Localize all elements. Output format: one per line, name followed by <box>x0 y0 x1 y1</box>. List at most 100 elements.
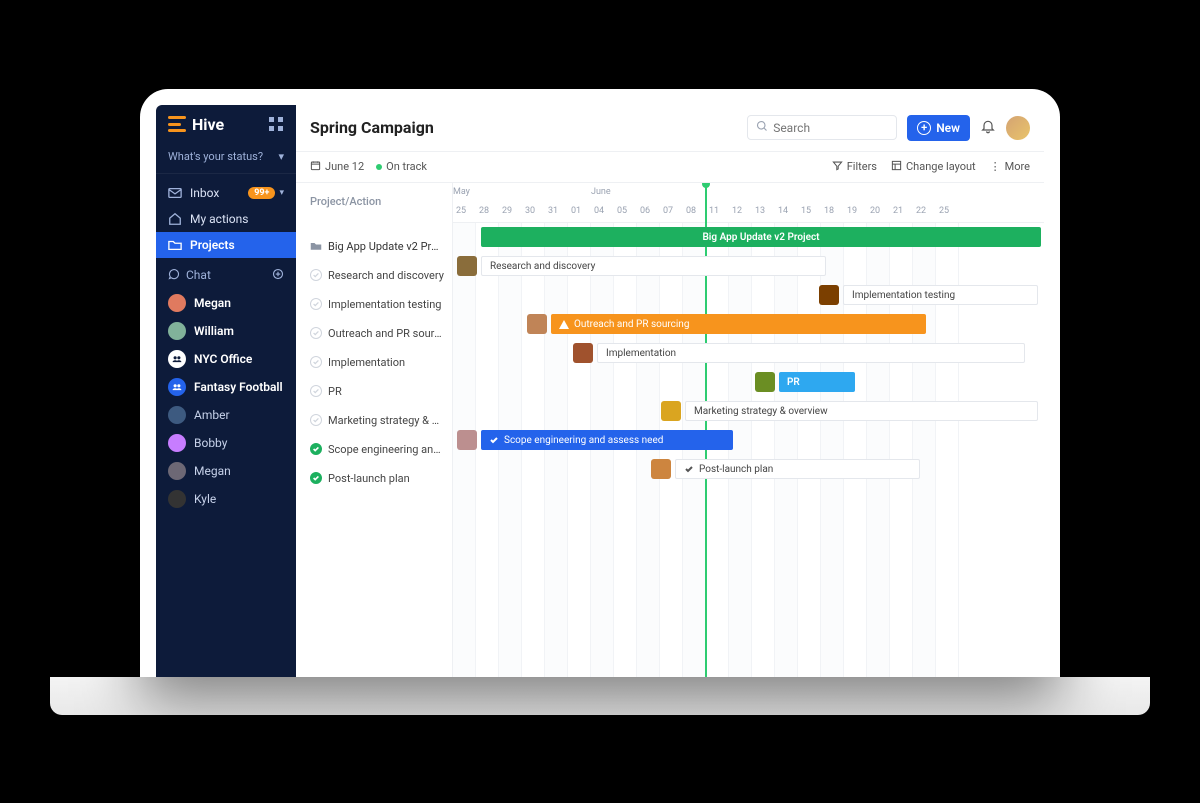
user-avatar[interactable] <box>1006 116 1030 140</box>
chat-item[interactable]: NYC Office <box>156 345 296 373</box>
task-status-icon[interactable] <box>310 443 322 455</box>
new-button-label: New <box>936 121 960 135</box>
more-button[interactable]: ⋮ More <box>990 160 1030 173</box>
folder-icon <box>310 241 322 251</box>
assignee-avatar[interactable] <box>527 314 547 334</box>
task-row[interactable]: Outreach and PR sourcing <box>296 319 452 348</box>
chat-item[interactable]: William <box>156 317 296 345</box>
new-button[interactable]: + New <box>907 115 970 141</box>
status-indicator: On track <box>376 160 427 173</box>
timeline-day-label: 08 <box>686 206 696 216</box>
task-row[interactable]: Scope engineering and as <box>296 435 452 464</box>
brand: Hive <box>156 105 296 144</box>
search-input[interactable] <box>773 121 929 135</box>
task-status-icon[interactable] <box>310 472 322 484</box>
timeline-bar[interactable]: Post-launch plan <box>675 459 920 479</box>
timeline-header: MayJune 25282930310104050607081112131415… <box>453 183 1044 223</box>
assignee-avatar[interactable] <box>755 372 775 392</box>
nav-projects[interactable]: Projects <box>156 232 296 258</box>
content: Project/Action Big App Update v2 Project… <box>296 183 1044 677</box>
timeline-row: Research and discovery <box>453 252 1044 281</box>
page-title: Spring Campaign <box>310 118 747 137</box>
task-row[interactable]: PR <box>296 377 452 406</box>
nav-my-actions[interactable]: My actions <box>156 206 296 232</box>
timeline-day-label: 05 <box>617 206 627 216</box>
task-row[interactable]: Implementation testing <box>296 290 452 319</box>
assignee-avatar[interactable] <box>651 459 671 479</box>
date-chip[interactable]: June 12 <box>310 160 364 174</box>
timeline[interactable]: MayJune 25282930310104050607081112131415… <box>453 183 1044 677</box>
task-row[interactable]: Research and discovery <box>296 261 452 290</box>
timeline-day-label: 29 <box>502 206 512 216</box>
timeline-bar[interactable]: Implementation <box>597 343 1025 363</box>
timeline-day-label: 19 <box>847 206 857 216</box>
nav-my-actions-label: My actions <box>190 212 248 226</box>
chat-item[interactable]: Megan <box>156 457 296 485</box>
notifications-icon[interactable] <box>980 118 996 137</box>
timeline-bars: Big App Update v2 Project Research and di… <box>453 223 1044 484</box>
status-row[interactable]: What's your status? ▾ <box>156 144 296 174</box>
timeline-day-label: 18 <box>824 206 834 216</box>
task-status-icon[interactable] <box>310 298 322 310</box>
assignee-avatar[interactable] <box>661 401 681 421</box>
chat-item[interactable]: Amber <box>156 401 296 429</box>
topbar: Spring Campaign + New <box>296 105 1044 152</box>
bar-label: Scope engineering and assess need <box>504 435 663 446</box>
assignee-avatar[interactable] <box>573 343 593 363</box>
assignee-avatar[interactable] <box>457 256 477 276</box>
tasks-column: Project/Action Big App Update v2 Project… <box>296 183 453 677</box>
mail-icon <box>168 186 182 200</box>
timeline-bar[interactable]: Outreach and PR sourcing <box>551 314 926 334</box>
avatar <box>168 490 186 508</box>
change-layout-button[interactable]: Change layout <box>891 160 976 174</box>
task-row[interactable]: Implementation <box>296 348 452 377</box>
task-status-icon[interactable] <box>310 356 322 368</box>
avatar <box>168 462 186 480</box>
timeline-row: Scope engineering and assess need <box>453 426 1044 455</box>
more-icon: ⋮ <box>990 160 1001 173</box>
filters-label: Filters <box>847 160 877 173</box>
subbar: June 12 On track Filters Change layout ⋮… <box>296 152 1044 183</box>
timeline-bar[interactable]: Marketing strategy & overview <box>685 401 1038 421</box>
timeline-bar[interactable]: Scope engineering and assess need <box>481 430 733 450</box>
timeline-day-label: 04 <box>594 206 604 216</box>
timeline-day-label: 22 <box>916 206 926 216</box>
assignee-avatar[interactable] <box>819 285 839 305</box>
timeline-day-label: 21 <box>893 206 903 216</box>
timeline-bar[interactable]: Research and discovery <box>481 256 826 276</box>
app-window: Hive What's your status? ▾ Inbox 99+ ▾ M… <box>156 105 1044 677</box>
search-icon <box>756 120 768 135</box>
chat-item-label: NYC Office <box>194 352 252 366</box>
task-label: Marketing strategy & over <box>328 414 444 427</box>
timeline-bar[interactable]: Big App Update v2 Project <box>481 227 1041 247</box>
task-status-icon[interactable] <box>310 414 322 426</box>
task-status-icon[interactable] <box>310 385 322 397</box>
assignee-avatar[interactable] <box>457 430 477 450</box>
channel-icon <box>168 378 186 396</box>
chat-item-label: Kyle <box>194 492 216 506</box>
chat-item[interactable]: Fantasy Football <box>156 373 296 401</box>
timeline-month-label: May <box>453 187 470 197</box>
folder-icon <box>168 238 182 252</box>
chat-item[interactable]: Bobby <box>156 429 296 457</box>
sidebar: Hive What's your status? ▾ Inbox 99+ ▾ M… <box>156 105 296 677</box>
timeline-day-label: 07 <box>663 206 673 216</box>
apps-grid-icon[interactable] <box>268 116 284 132</box>
task-status-icon[interactable] <box>310 327 322 339</box>
timeline-day-label: 25 <box>939 206 949 216</box>
add-chat-button[interactable] <box>272 268 284 283</box>
chat-item[interactable]: Kyle <box>156 485 296 513</box>
task-label: Post-launch plan <box>328 472 410 485</box>
task-row[interactable]: Post-launch plan <box>296 464 452 493</box>
home-icon <box>168 212 182 226</box>
filters-button[interactable]: Filters <box>832 160 877 174</box>
task-label: Implementation testing <box>328 298 441 311</box>
nav-inbox[interactable]: Inbox 99+ ▾ <box>156 180 296 206</box>
timeline-bar[interactable]: PR <box>779 372 855 392</box>
project-row[interactable]: Big App Update v2 Project <box>296 232 452 261</box>
timeline-bar[interactable]: Implementation testing <box>843 285 1038 305</box>
search[interactable] <box>747 115 897 140</box>
task-status-icon[interactable] <box>310 269 322 281</box>
chat-item[interactable]: Megan <box>156 289 296 317</box>
task-row[interactable]: Marketing strategy & over <box>296 406 452 435</box>
